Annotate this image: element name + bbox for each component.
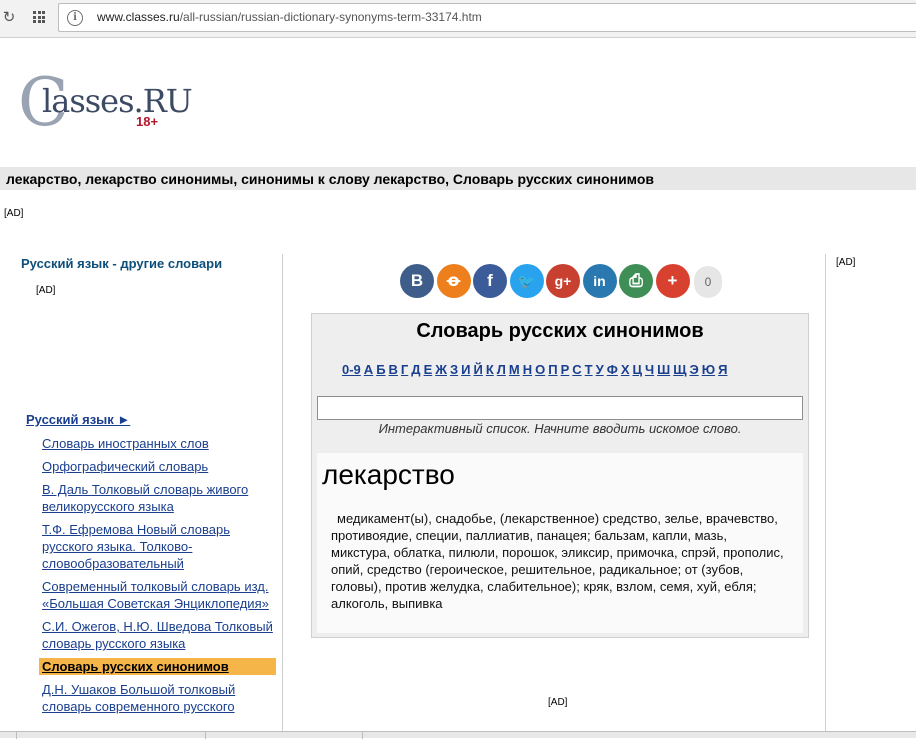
alphabet-letter-link[interactable]: К [486, 362, 494, 377]
search-hint: Интерактивный список. Начните вводить ис… [378, 421, 742, 436]
right-column-divider [825, 254, 826, 738]
odnoklassniki-icon[interactable]: ꝋ [436, 264, 471, 298]
page-title-bar: лекарство, лекарство синонимы, синонимы … [0, 167, 916, 190]
reload-icon[interactable]: ↻ [0, 9, 18, 27]
alphabet-letter-link[interactable]: М [509, 362, 520, 377]
dictionary-link[interactable]: В. Даль Толковый словарь живого великору… [42, 481, 276, 515]
column-divider [282, 254, 283, 738]
alphabet-letter-link[interactable]: Ц [632, 362, 642, 377]
alphabet-letter-link[interactable]: Е [424, 362, 433, 377]
dictionary-link[interactable]: Словарь иностранных слов [42, 435, 276, 452]
alphabet-letter-link[interactable]: Я [718, 362, 727, 377]
ad-bottom[interactable]: [AD] [548, 697, 567, 708]
vk-icon[interactable]: B [400, 264, 434, 298]
alphabet-letter-link[interactable]: Н [523, 362, 532, 377]
alphabet-letter-link[interactable]: П [548, 362, 557, 377]
share-more-icon[interactable]: + [655, 264, 690, 298]
page-title: лекарство, лекарство синонимы, синонимы … [6, 171, 654, 187]
alphabet-letter-link[interactable]: Г [401, 362, 408, 377]
facebook-icon[interactable]: f [473, 264, 507, 298]
dictionary-title: Словарь русских синонимов [416, 320, 704, 342]
address-bar[interactable]: i www.classes.ru/all-russian/russian-dic… [58, 3, 916, 32]
alphabet-letter-link[interactable]: Ф [607, 362, 618, 377]
url-text: www.classes.ru/all-russian/russian-dicti… [97, 10, 482, 24]
search-input[interactable] [317, 396, 803, 420]
entry-word: лекарство [322, 459, 455, 490]
alphabet-letter-link[interactable]: Щ [673, 362, 686, 377]
ad-right[interactable]: [AD] [836, 257, 855, 268]
alphabet-letter-link[interactable]: О [535, 362, 545, 377]
google-plus-icon[interactable]: g+ [546, 264, 580, 298]
dictionary-entry: лекарство медикамент(ы), снадобье, (лека… [317, 453, 803, 633]
alphabet-letter-link[interactable]: Д [411, 362, 420, 377]
browser-toolbar: ↻ i www.classes.ru/all-russian/russian-d… [0, 0, 916, 38]
alphabet-letter-link[interactable]: С [572, 362, 581, 377]
dictionary-panel: Словарь русских синонимов 0-9 А Б В Г Д Е Ж З И Й К… [311, 313, 809, 638]
bottom-scrollbar[interactable] [0, 731, 916, 739]
dictionary-link[interactable]: Современный толковый словарь изд. «Больш… [42, 578, 276, 612]
other-dictionaries-heading: Русский язык - другие словари [21, 256, 223, 271]
alphabet-letter-link[interactable]: 0-9 [342, 362, 361, 377]
alphabet-letter-link[interactable]: В [389, 362, 398, 377]
alphabet-letter-link[interactable]: Т [585, 362, 593, 377]
twitter-icon[interactable]: 🐦 [509, 264, 544, 298]
alphabet-letter-link[interactable]: И [461, 362, 470, 377]
alphabet-letter-link[interactable]: Р [561, 362, 570, 377]
alphabet-letter-link[interactable]: Й [473, 362, 482, 377]
alphabet-letter-link[interactable]: Ю [702, 362, 715, 377]
dictionary-link[interactable]: С.И. Ожегов, Н.Ю. Шведова Толковый слова… [42, 618, 276, 652]
site-logo[interactable]: C lasses.RU 18+ [18, 70, 193, 136]
print-icon[interactable]: ⎙ [619, 264, 653, 298]
alphabet-letter-link[interactable]: Э [689, 362, 698, 377]
dictionary-link[interactable]: Орфографический словарь [42, 458, 276, 475]
share-counter: 0 [694, 266, 722, 298]
alphabet-letter-link[interactable]: Ч [645, 362, 654, 377]
alphabet-letter-link[interactable]: Л [497, 362, 506, 377]
logo-wordmark: lasses.RU [42, 82, 193, 120]
alphabet-index: 0-9 А Б В Г Д Е Ж З И Й К Л М Н О П Р С Т У Ф Х Ц Ч Ш Щ Э Ю Я [342, 362, 730, 377]
dictionary-links: Словарь иностранных слов Орфографический … [39, 435, 276, 721]
apps-grid-icon[interactable] [33, 11, 45, 23]
alphabet-letter-link[interactable]: У [596, 362, 604, 377]
age-badge: 18+ [136, 114, 159, 129]
dictionary-link-active[interactable]: Словарь русских синонимов [39, 658, 276, 675]
alphabet-letter-link[interactable]: Б [376, 362, 385, 377]
alphabet-letter-link[interactable]: А [364, 362, 373, 377]
ad-top[interactable]: [AD] [4, 208, 23, 219]
alphabet-letter-link[interactable]: Ж [435, 362, 447, 377]
ad-left[interactable]: [AD] [36, 285, 55, 296]
russian-language-link[interactable]: Русский язык ► [26, 412, 130, 427]
linkedin-icon[interactable]: in [582, 264, 617, 298]
site-info-icon[interactable]: i [67, 10, 83, 26]
entry-synonyms: медикамент(ы), снадобье, (лекарственное)… [331, 511, 784, 611]
alphabet-letter-link[interactable]: Х [621, 362, 630, 377]
alphabet-letter-link[interactable]: Ш [657, 362, 670, 377]
dictionary-link[interactable]: Д.Н. Ушаков Большой толковый словарь сов… [42, 681, 276, 715]
alphabet-letter-link[interactable]: З [450, 362, 458, 377]
dictionary-link[interactable]: Т.Ф. Ефремова Новый словарь русского язы… [42, 521, 276, 572]
